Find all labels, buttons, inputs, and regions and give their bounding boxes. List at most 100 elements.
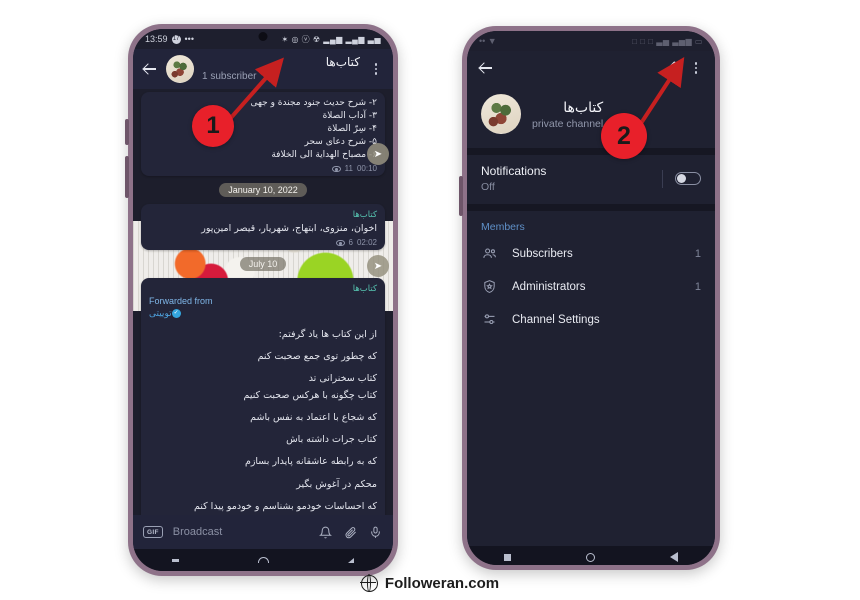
back-arrow-icon[interactable] xyxy=(478,60,494,76)
right-phone-screen: •• ▼ □ □ □ ▃▅ ▃▅▆ ▭ کتاب‌ها private chan… xyxy=(467,31,715,565)
message-line: محکم در آغوش بگیر xyxy=(296,478,377,490)
channel-name: کتاب‌ها xyxy=(563,98,604,115)
channel-type: private channel xyxy=(532,117,604,130)
sidebar-item-label: Subscribers xyxy=(512,247,573,260)
message-line: که احساسات خودمو بشناسم و خودمو پیدا کنم xyxy=(193,500,377,512)
forwarded-label: Forwarded from توییتی ✓ xyxy=(149,296,377,319)
message-time: 00:10 xyxy=(356,164,377,174)
administrators-shield-icon xyxy=(481,278,498,295)
message-line: که چطور توی جمع صحبت کنم xyxy=(257,351,377,363)
views-eye-icon xyxy=(335,239,345,246)
message-line: ۳- آداب الصلاة xyxy=(322,111,377,122)
profile-identity: کتاب‌ها private channel xyxy=(467,85,715,148)
pencil-edit-icon[interactable] xyxy=(664,60,680,76)
sidebar-item-label: Channel Settings xyxy=(512,313,600,326)
status-right-icons: □ □ □ ▃▅ ▃▅▆ ▭ xyxy=(632,36,703,46)
back-arrow-icon[interactable] xyxy=(142,61,158,77)
message-line: ۶- مصباح الهداية الى الخلافة xyxy=(271,150,377,161)
channel-avatar[interactable] xyxy=(481,94,521,134)
message-line: کتاب چگونه با هرکس صحبت کنیم xyxy=(243,389,378,401)
administrators-count: 1 xyxy=(694,280,701,293)
notifications-toggle[interactable] xyxy=(675,172,701,185)
sidebar-item-administrators[interactable]: Administrators 1 xyxy=(467,270,715,303)
subscribers-icon xyxy=(481,245,498,262)
subscribers-count: 1 xyxy=(694,247,701,260)
home-icon[interactable] xyxy=(257,557,269,563)
channel-avatar[interactable] xyxy=(166,55,194,83)
date-separator: July 10 xyxy=(239,257,287,272)
watermark-label: Followeran.com xyxy=(384,575,500,592)
phone-side-button xyxy=(125,156,129,198)
verified-badge-icon: ✓ xyxy=(171,309,181,319)
annotation-marker-1: 1 xyxy=(192,105,234,147)
right-status-bar: •• ▼ □ □ □ ▃▅ ▃▅▆ ▭ xyxy=(467,31,715,51)
message-line: که شجاع با اعتماد به نفس باشم xyxy=(250,411,377,423)
share-button[interactable]: ➤ xyxy=(367,255,389,277)
kebab-menu-icon[interactable] xyxy=(688,60,704,76)
back-icon[interactable] xyxy=(347,557,354,563)
watermark: Followeran.com xyxy=(0,574,860,593)
bell-icon[interactable] xyxy=(318,525,333,540)
status-icons: ✶ ◎ ⓥ ☢ ▂▄▆ ▂▄▆ ▃▅ xyxy=(281,34,381,44)
left-status-bar: 13:59 17 ••• ✶ ◎ ⓥ ☢ ▂▄▆ ▂▄▆ ▃▅ xyxy=(133,29,393,49)
empty-area xyxy=(467,336,715,546)
sidebar-item-label: Administrators xyxy=(512,280,586,293)
microphone-icon[interactable] xyxy=(368,525,383,540)
recents-icon[interactable] xyxy=(504,553,512,561)
left-nav-bar[interactable] xyxy=(133,549,393,571)
sidebar-item-channel-settings[interactable]: Channel Settings xyxy=(467,303,715,336)
message-line: کتاب سخنرانی تد xyxy=(308,373,377,385)
home-icon[interactable] xyxy=(585,552,595,562)
status-overflow: ••• xyxy=(184,34,194,44)
recents-icon[interactable] xyxy=(172,558,180,562)
camera-notch xyxy=(258,32,268,41)
message-line: ۴- سِرّ الصلاة xyxy=(327,124,377,135)
message-composer[interactable]: GIF Broadcast xyxy=(133,515,393,549)
section-divider xyxy=(467,148,715,155)
left-phone-device: 13:59 17 ••• ✶ ◎ ⓥ ☢ ▂▄▆ ▂▄▆ ▃▅ کتاب‌ها … xyxy=(125,24,398,576)
channel-subscriber-count: 1 subscriber xyxy=(202,70,257,82)
paperclip-icon[interactable] xyxy=(343,525,358,540)
kebab-menu-icon[interactable] xyxy=(368,61,384,77)
notifications-state: Off xyxy=(481,181,495,193)
back-icon[interactable] xyxy=(669,552,678,562)
message-bubble-authors[interactable]: کتاب‌ها اخوان، منزوی، ابتهاج، شهریار، قی… xyxy=(141,204,385,251)
status-left-icons: •• ▼ xyxy=(479,36,497,46)
chat-header: کتاب‌ها 1 subscriber xyxy=(133,49,393,89)
status-time: 13:59 xyxy=(145,34,168,44)
forwarded-source-name[interactable]: توییتی xyxy=(149,308,172,320)
view-count: 11 xyxy=(344,164,353,174)
divider-line xyxy=(662,169,663,188)
message-meta: 6 02:02 xyxy=(149,238,377,247)
message-line: ۵- شرح دعای سحر xyxy=(304,137,377,148)
share-button[interactable]: ➤ xyxy=(367,143,389,165)
broadcast-input-placeholder[interactable]: Broadcast xyxy=(173,526,308,538)
channel-title: کتاب‌ها xyxy=(325,54,360,69)
gif-icon[interactable]: GIF xyxy=(143,526,163,538)
message-bubble-list[interactable]: ۲- شرح حديث جنود مجندة و جهى ۳- آداب الص… xyxy=(141,92,385,177)
phone-side-button xyxy=(125,119,129,145)
right-phone-device: •• ▼ □ □ □ ▃▅ ▃▅▆ ▭ کتاب‌ها private chan… xyxy=(459,26,720,570)
message-time: 02:02 xyxy=(356,238,377,248)
status-badge: 17 xyxy=(171,34,181,44)
profile-header xyxy=(467,51,715,85)
screenshot-root: 13:59 17 ••• ✶ ◎ ⓥ ☢ ▂▄▆ ▂▄▆ ▃▅ کتاب‌ها … xyxy=(0,0,860,600)
globe-icon xyxy=(360,574,378,593)
view-count: 6 xyxy=(348,238,353,248)
left-phone-screen: 13:59 17 ••• ✶ ◎ ⓥ ☢ ▂▄▆ ▂▄▆ ▃▅ کتاب‌ها … xyxy=(133,29,393,571)
chat-message-list[interactable]: ۲- شرح حديث جنود مجندة و جهى ۳- آداب الص… xyxy=(133,89,393,515)
sidebar-item-subscribers[interactable]: Subscribers 1 xyxy=(467,237,715,270)
forwarded-from-text: Forwarded from xyxy=(149,296,213,307)
message-bubble-forwarded[interactable]: کتاب‌ها Forwarded from توییتی ✓ از این کت… xyxy=(141,278,385,515)
annotation-marker-2: 2 xyxy=(601,113,647,159)
message-author: کتاب‌ها xyxy=(352,209,377,220)
message-line: اخوان، منزوی، ابتهاج، شهریار، قیصر امین‌… xyxy=(201,223,377,235)
notifications-section[interactable]: Notifications Off xyxy=(467,155,715,204)
chat-title-block[interactable]: کتاب‌ها 1 subscriber xyxy=(202,54,360,82)
message-line: کتاب جرات داشته باش xyxy=(286,434,377,446)
members-section-title: Members xyxy=(467,211,715,237)
channel-settings-sliders-icon xyxy=(481,311,498,328)
message-line: ۲- شرح حديث جنود مجندة و جهى xyxy=(250,98,377,108)
section-divider xyxy=(467,204,715,211)
right-nav-bar[interactable] xyxy=(467,546,715,565)
